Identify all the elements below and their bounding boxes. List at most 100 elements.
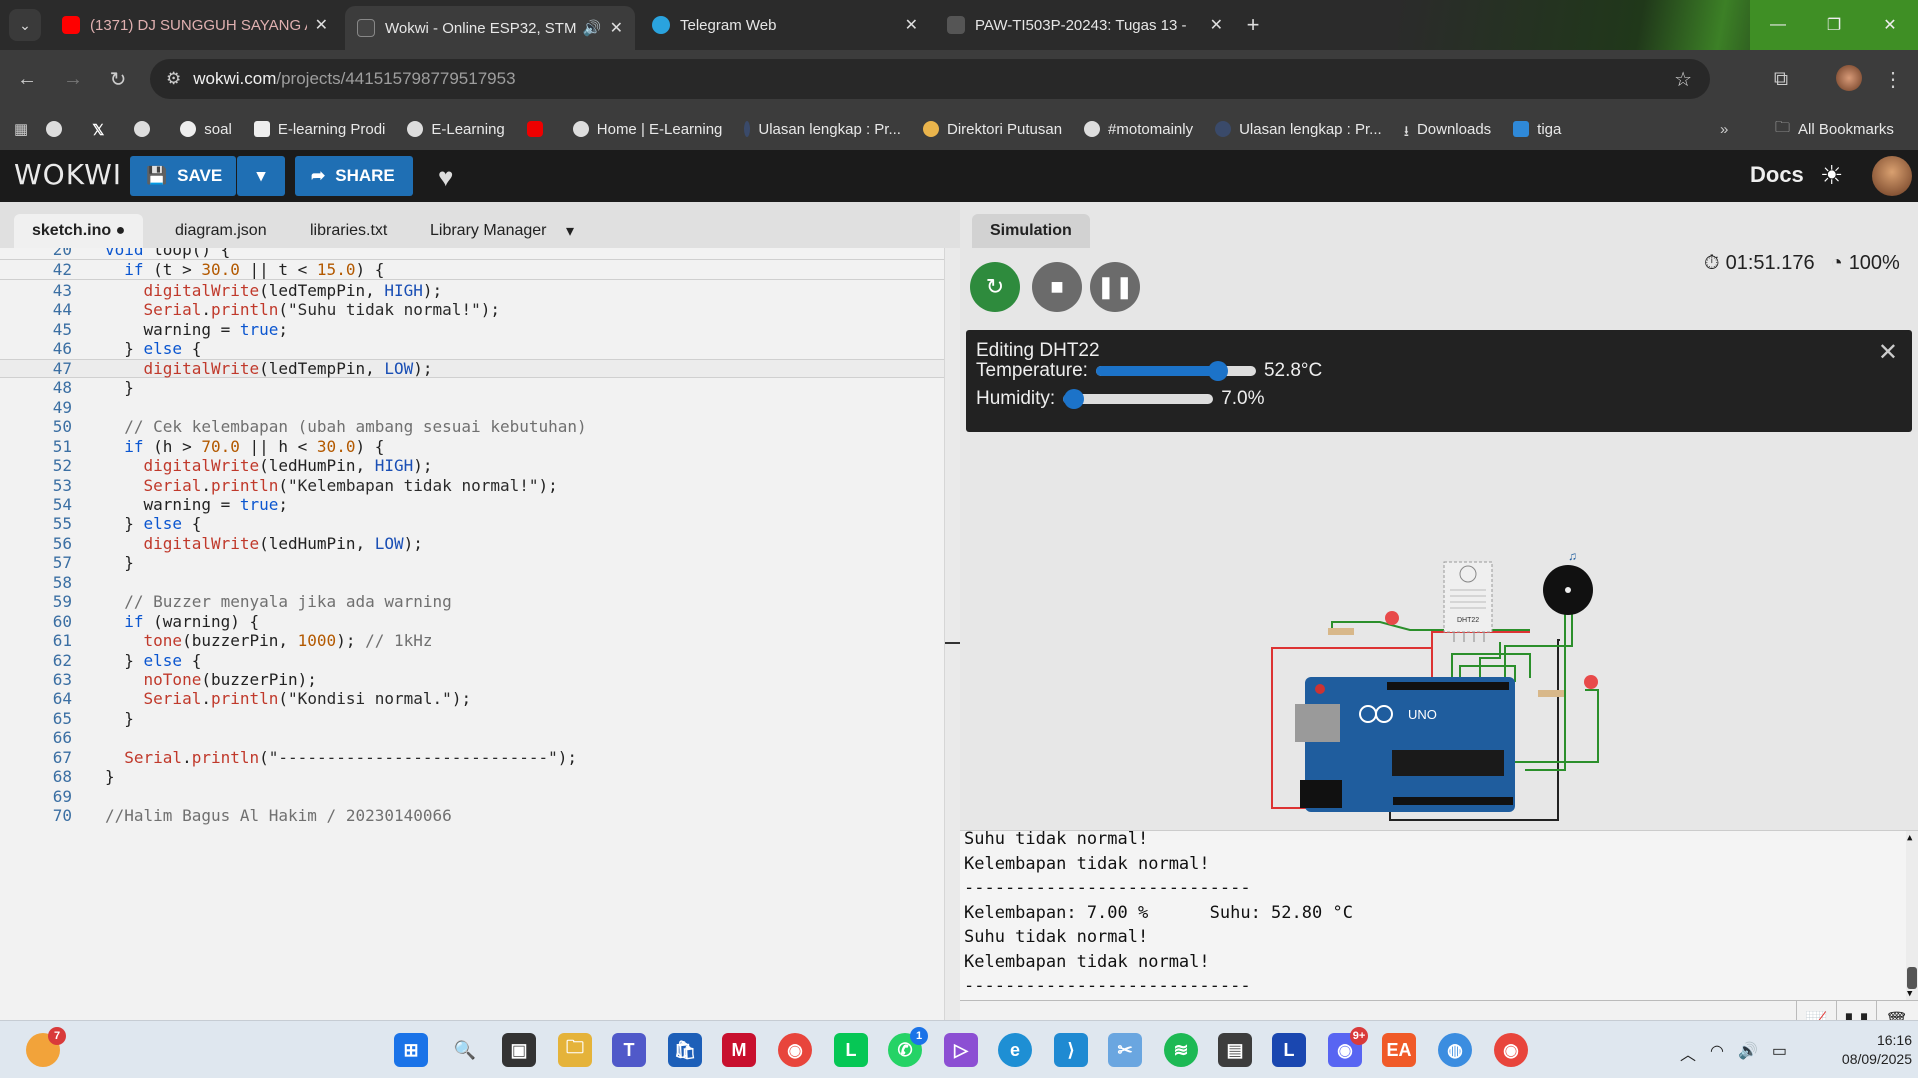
chrome-active-icon[interactable]: ◉ (1494, 1033, 1528, 1067)
bookmark-item[interactable]: 𝕏 (92, 121, 112, 139)
discord-icon[interactable]: ◉ 9+ (1328, 1027, 1368, 1067)
bookmark-item[interactable]: #motomainly (1084, 121, 1193, 138)
task-view-icon[interactable]: ▣ (502, 1033, 536, 1067)
heart-icon[interactable]: ♥ (438, 162, 453, 193)
humidity-slider[interactable] (1063, 389, 1214, 409)
code-line[interactable]: 49 (0, 398, 944, 417)
chrome-menu-icon[interactable]: ⋮ (1878, 64, 1908, 94)
wokwi-logo[interactable]: WOKWI (14, 158, 122, 191)
bookmark-item[interactable] (526, 121, 551, 137)
forward-button[interactable]: → (58, 64, 88, 94)
code-line[interactable]: 57 } (0, 553, 944, 572)
new-tab-button[interactable]: + (1238, 10, 1268, 40)
code-line[interactable]: 59 // Buzzer menyala jika ada warning (0, 592, 944, 611)
bookmark-star-icon[interactable]: ☆ (1674, 67, 1692, 92)
bookmark-item[interactable]: E-learning Prodi (253, 121, 385, 138)
code-line[interactable]: 58 (0, 573, 944, 592)
code-line[interactable]: 51 if (h > 70.0 || h < 30.0) { (0, 437, 944, 456)
code-line[interactable]: 54 warning = true; (0, 495, 944, 514)
l-app-icon[interactable]: L (1272, 1033, 1306, 1067)
scroll-down-icon[interactable]: ▼ (1907, 989, 1912, 999)
whatsapp-icon[interactable]: ✆ 1 (888, 1027, 928, 1067)
tab-search-button[interactable]: ⌄ (9, 9, 41, 41)
code-line[interactable]: 56 digitalWrite(ledHumPin, LOW); (0, 534, 944, 553)
scroll-up-icon[interactable]: ▲ (1907, 833, 1912, 843)
bookmark-item[interactable]: Ulasan lengkap : Pr... (1215, 121, 1382, 138)
extensions-icon[interactable]: ⧉ (1766, 64, 1796, 94)
store-icon[interactable]: 🛍 (668, 1033, 702, 1067)
close-tab-icon[interactable]: ✕ (1210, 15, 1223, 35)
arduino-uno[interactable]: UNO (1295, 677, 1515, 812)
sticky-scroll-line[interactable]: 20 void loop() { (0, 248, 944, 260)
code-line[interactable]: 44 Serial.println("Suhu tidak normal!"); (0, 300, 944, 319)
edge-icon[interactable]: e (998, 1033, 1032, 1067)
bookmark-item[interactable]: Direktori Putusan (922, 121, 1062, 138)
battery-icon[interactable]: ▭ (1772, 1041, 1787, 1065)
tab-simulation[interactable]: Simulation (972, 214, 1090, 248)
chrome-icon[interactable]: ◉ (778, 1033, 812, 1067)
bookmark-item[interactable]: soal (180, 121, 232, 138)
snipping-tool-icon[interactable]: ✂ (1108, 1033, 1142, 1067)
tabs-dropdown-icon[interactable]: ▾ (566, 214, 574, 248)
clock[interactable]: 16:16 08/09/2025 (1812, 1031, 1912, 1069)
code-line[interactable]: 64 Serial.println("Kondisi normal."); (0, 689, 944, 708)
code-line[interactable]: 65 } (0, 709, 944, 728)
minimize-button[interactable]: — (1750, 0, 1806, 50)
bookmark-item[interactable]: tiga (1513, 121, 1561, 138)
code-line[interactable]: 68} (0, 767, 944, 786)
code-line[interactable]: 70 //Halim Bagus Al Hakim / 20230140066 (0, 806, 944, 825)
close-window-button[interactable]: ✕ (1862, 0, 1918, 50)
app-icon[interactable]: ▤ (1218, 1033, 1252, 1067)
sticky-scroll-line[interactable]: 42 if (t > 30.0 || t < 15.0) { (0, 260, 944, 280)
browser-tab-youtube[interactable]: (1371) DJ SUNGGUH SAYANG A ✕ (50, 6, 340, 44)
close-tab-icon[interactable]: ✕ (315, 15, 328, 35)
windows-start-icon[interactable]: ⊞ (394, 1033, 428, 1067)
led-humidity[interactable] (1584, 675, 1598, 689)
browser-tab-wokwi[interactable]: Wokwi - Online ESP32, STM 🔊 ✕ (345, 6, 635, 50)
code-line[interactable]: 43 digitalWrite(ledTempPin, HIGH); (0, 281, 944, 300)
temperature-slider[interactable] (1095, 361, 1256, 381)
profile-avatar[interactable] (1836, 65, 1862, 91)
apps-grid-icon[interactable]: ▦ (14, 120, 28, 138)
scroll-thumb[interactable] (1907, 967, 1917, 989)
weather-widget-icon[interactable]: 7 (26, 1027, 66, 1067)
serial-monitor[interactable]: ▲ ▼ Suhu tidak normal! Kelembapan tidak n… (960, 830, 1918, 1000)
close-tab-icon[interactable]: ✕ (610, 18, 623, 38)
code-line[interactable]: 47 digitalWrite(ledTempPin, LOW); (0, 358, 944, 378)
pause-simulation-button[interactable]: ❚❚ (1090, 262, 1140, 312)
back-button[interactable]: ← (12, 64, 42, 94)
buzzer[interactable]: ♫ (1543, 549, 1593, 615)
dht22-sensor[interactable]: DHT22 (1443, 561, 1493, 642)
code-line[interactable]: 53 Serial.println("Kelembapan tidak norm… (0, 476, 944, 495)
browser-tab-paw[interactable]: PAW-TI503P-20243: Tugas 13 - ✕ (935, 6, 1235, 44)
code-line[interactable]: 48 } (0, 378, 944, 397)
wifi-icon[interactable]: ◠ (1710, 1041, 1724, 1065)
serial-scrollbar[interactable]: ▲ ▼ (1906, 831, 1918, 1000)
restart-simulation-button[interactable]: ↻ (970, 262, 1020, 312)
code-line[interactable]: 55 } else { (0, 514, 944, 533)
ea-app-icon[interactable]: EA (1382, 1033, 1416, 1067)
bookmark-item[interactable]: E-Learning (407, 121, 505, 138)
bookmark-item[interactable]: ⭳ Downloads (1404, 121, 1491, 141)
share-button[interactable]: ➦ SHARE (295, 156, 413, 196)
tab-libraries-txt[interactable]: libraries.txt (292, 214, 405, 248)
circuit-canvas[interactable]: UNO DHT22 ♫ (960, 432, 1918, 830)
save-dropdown-button[interactable]: ▾ (237, 156, 285, 196)
reload-button[interactable]: ↻ (103, 64, 133, 94)
spotify-icon[interactable]: ≋ (1164, 1033, 1198, 1067)
speaker-icon[interactable]: 🔊 (583, 19, 602, 37)
code-line[interactable]: 52 digitalWrite(ledHumPin, HIGH); (0, 456, 944, 475)
copilot-icon[interactable]: ◍ (1438, 1033, 1472, 1067)
close-tab-icon[interactable]: ✕ (905, 15, 918, 35)
more-bookmarks-chevron[interactable]: » (1720, 121, 1728, 138)
code-line[interactable]: 62 } else { (0, 651, 944, 670)
code-line[interactable]: 50 // Cek kelembapan (ubah ambang sesuai… (0, 417, 944, 436)
bookmark-item[interactable]: Ulasan lengkap : Pr... (744, 121, 901, 138)
code-area[interactable]: 20 void loop() {42 if (t > 30.0 || t < 15… (0, 248, 944, 1020)
mcafee-icon[interactable]: M (722, 1033, 756, 1067)
bookmark-item[interactable] (134, 121, 158, 137)
browser-tab-telegram[interactable]: Telegram Web ✕ (640, 6, 930, 44)
code-line[interactable]: 61 tone(buzzerPin, 1000); // 1kHz (0, 631, 944, 650)
chevron-up-icon[interactable]: ︿ (1680, 1041, 1696, 1065)
visual-studio-icon[interactable]: ▷ (944, 1033, 978, 1067)
